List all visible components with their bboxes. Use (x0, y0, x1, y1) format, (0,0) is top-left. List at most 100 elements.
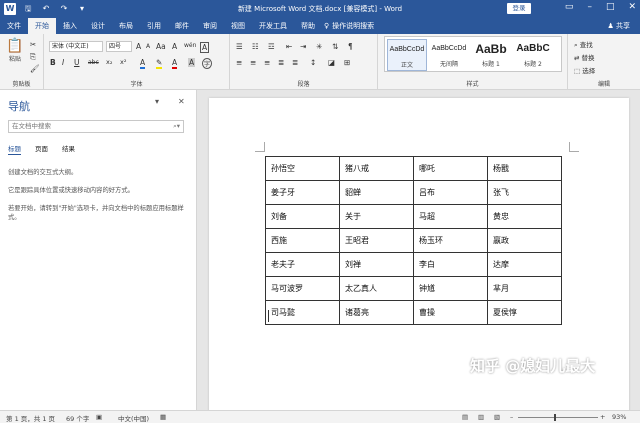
tab-design[interactable]: 设计 (84, 18, 112, 34)
macro-icon[interactable]: ▦ (160, 413, 166, 421)
tab-references[interactable]: 引用 (140, 18, 168, 34)
table-cell[interactable]: 吕布 (413, 180, 488, 205)
align-right-icon[interactable]: ≡ (264, 58, 270, 67)
table-cell[interactable]: 老夫子 (265, 252, 340, 277)
table-cell[interactable]: 姜子牙 (265, 180, 340, 205)
tab-file[interactable]: 文件 (0, 18, 28, 34)
superscript-button[interactable]: x² (120, 58, 126, 66)
change-case-button[interactable]: Aa (156, 42, 166, 51)
underline-button[interactable]: U (74, 58, 80, 67)
web-layout-icon[interactable]: ▧ (494, 413, 500, 421)
table-cell[interactable]: 猪八戒 (339, 156, 414, 181)
table-cell[interactable]: 太乙真人 (339, 276, 414, 301)
table-cell[interactable]: 西施 (265, 228, 340, 253)
chinese-layout-icon[interactable]: ✳ (316, 42, 322, 51)
borders-icon[interactable]: ⊞ (344, 58, 350, 67)
highlight-button[interactable]: ✎ (156, 58, 163, 69)
page-count[interactable]: 第 1 页，共 1 页 (6, 413, 55, 423)
proofing-icon[interactable]: ▣ (96, 413, 102, 421)
table-cell[interactable]: 关于 (339, 204, 414, 229)
shading-icon[interactable]: ◪ (328, 58, 335, 67)
table-cell[interactable]: 貂蝉 (339, 180, 414, 205)
copy-icon[interactable]: ⎘ (30, 52, 36, 62)
nav-close-icon[interactable]: ✕ (178, 97, 185, 106)
share-button[interactable]: ♟ 共享 (607, 21, 630, 31)
font-color-button[interactable]: A (172, 58, 178, 69)
read-mode-icon[interactable]: ▤ (462, 413, 468, 421)
bullets-icon[interactable]: ☰ (236, 42, 243, 51)
zoom-level[interactable]: 93% (612, 413, 626, 421)
distribute-icon[interactable]: ≣ (292, 58, 298, 67)
phonetic-button[interactable]: wén (184, 42, 196, 49)
replace-button[interactable]: ⇄ 替换 (574, 52, 595, 62)
select-button[interactable]: ⬚ 选择 (574, 65, 595, 75)
vertical-scrollbar[interactable] (633, 90, 640, 410)
multilevel-list-icon[interactable]: ☲ (268, 42, 275, 51)
style-heading-1[interactable]: AaBb 标题 1 (471, 39, 511, 71)
font-size-select[interactable]: 四号 (106, 41, 132, 52)
style-heading-2[interactable]: AaBbC 标题 2 (513, 39, 553, 71)
tab-insert[interactable]: 插入 (56, 18, 84, 34)
tab-review[interactable]: 审阅 (196, 18, 224, 34)
bold-button[interactable]: B (50, 58, 56, 67)
table-cell[interactable]: 黄忠 (487, 204, 562, 229)
style-normal[interactable]: AaBbCcDd 正文 (387, 39, 427, 71)
line-spacing-icon[interactable]: ↕ (310, 58, 316, 67)
show-marks-icon[interactable]: ¶ (348, 42, 353, 51)
nav-options-icon[interactable]: ▾ (155, 97, 159, 106)
enclose-char-button[interactable]: 字 (202, 58, 213, 69)
char-shading-button[interactable]: A (188, 58, 196, 67)
table-cell[interactable]: 杨戬 (487, 156, 562, 181)
table-cell[interactable]: 马超 (413, 204, 488, 229)
table-cell[interactable]: 嬴政 (487, 228, 562, 253)
paste-button[interactable]: 📋 粘贴 (6, 38, 24, 63)
numbering-icon[interactable]: ☷ (252, 42, 259, 51)
tab-layout[interactable]: 布局 (112, 18, 140, 34)
table-cell[interactable]: 夏侯惇 (487, 300, 562, 325)
table-cell[interactable]: 曹操 (413, 300, 488, 325)
tab-help[interactable]: 帮助 (294, 18, 322, 34)
font-name-select[interactable]: 宋体 (中文正) (49, 41, 103, 52)
align-center-icon[interactable]: ≡ (250, 58, 256, 67)
nav-tab-pages[interactable]: 页面 (35, 143, 48, 155)
subscript-button[interactable]: x₂ (106, 58, 112, 66)
table-cell[interactable]: 钟馗 (413, 276, 488, 301)
increase-indent-icon[interactable]: ⇥ (300, 42, 306, 51)
language[interactable]: 中文(中国) (118, 413, 149, 423)
zoom-in-icon[interactable]: + (600, 413, 605, 421)
close-icon[interactable]: ✕ (628, 2, 636, 12)
table-cell[interactable]: 刘备 (265, 204, 340, 229)
table-cell[interactable]: 马可波罗 (265, 276, 340, 301)
zoom-slider[interactable] (518, 414, 598, 421)
table-cell[interactable]: 哪吒 (413, 156, 488, 181)
table-cell[interactable]: 张飞 (487, 180, 562, 205)
sort-icon[interactable]: ⇅ (332, 42, 338, 51)
table-cell[interactable]: 刘禅 (339, 252, 414, 277)
zoom-slider-knob[interactable] (554, 414, 557, 421)
nav-search-input[interactable]: 在文档中搜索 ⌕▾ (8, 120, 184, 133)
shrink-font-button[interactable]: A (146, 43, 150, 50)
search-icon[interactable]: ⌕▾ (173, 121, 180, 132)
table-cell[interactable]: 诸葛亮 (339, 300, 414, 325)
align-left-icon[interactable]: ≡ (236, 58, 242, 67)
clear-format-button[interactable]: A (172, 42, 177, 51)
tab-view[interactable]: 视图 (224, 18, 252, 34)
ribbon-display-icon[interactable]: ▭ (565, 2, 574, 12)
cut-icon[interactable]: ✂ (30, 40, 36, 49)
text-effects-button[interactable]: A (140, 58, 146, 69)
table-cell[interactable]: 达摩 (487, 252, 562, 277)
style-no-spacing[interactable]: AaBbCcDd 无间隔 (429, 39, 469, 71)
strikethrough-button[interactable]: abc (88, 59, 99, 66)
format-painter-icon[interactable]: 🖌 (30, 64, 40, 73)
tab-mailings[interactable]: 邮件 (168, 18, 196, 34)
italic-button[interactable]: I (62, 58, 64, 67)
find-button[interactable]: ⌕ 查找 (574, 39, 593, 50)
decrease-indent-icon[interactable]: ⇤ (286, 42, 292, 51)
table-cell[interactable]: 王昭君 (339, 228, 414, 253)
login-button[interactable]: 登录 (507, 3, 531, 14)
tab-developer[interactable]: 开发工具 (252, 18, 294, 34)
nav-tab-results[interactable]: 结果 (62, 143, 75, 155)
char-border-button[interactable]: A (200, 42, 210, 53)
tab-home[interactable]: 开始 (28, 18, 56, 34)
word-count[interactable]: 69 个字 (66, 413, 89, 423)
